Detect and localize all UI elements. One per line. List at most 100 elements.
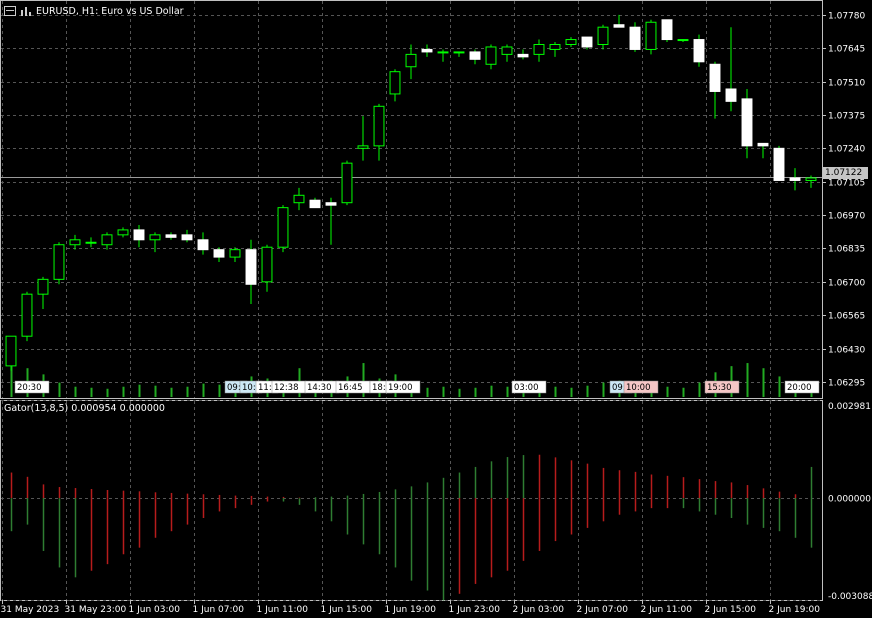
candle-body: [533, 43, 545, 55]
x-tick-label: 31 May 2023: [1, 605, 60, 615]
y-tick-label: 1.07240: [828, 145, 865, 155]
candle-body: [693, 39, 705, 63]
candle-body: [293, 194, 305, 204]
candle-body: [741, 98, 753, 147]
candle-body: [245, 249, 257, 285]
y-tick-label: 1.07105: [828, 179, 865, 189]
y-tick-label: 1.06700: [828, 279, 865, 289]
candle-body: [53, 244, 65, 280]
candle-body: [805, 177, 817, 181]
candle-body: [325, 202, 337, 206]
candle-body: [597, 26, 609, 45]
x-tick-label: 2 Jun 07:00: [577, 605, 629, 615]
current-price-tag: 1.07122: [823, 167, 868, 179]
event-label: 12:38: [274, 383, 299, 393]
candle-body: [261, 246, 273, 283]
event-label: 11:: [258, 383, 272, 393]
candle-body: [613, 24, 625, 28]
y-tick-label: -0.003088: [828, 592, 872, 602]
candle-body: [277, 207, 289, 248]
candle-body: [565, 39, 577, 45]
y-tick-label: 1.06430: [828, 346, 865, 356]
event-label: 20:30: [17, 383, 42, 393]
candle-body: [357, 145, 369, 149]
candle-body: [373, 105, 385, 147]
candle-body: [485, 46, 497, 65]
event-label: 16:45: [338, 383, 363, 393]
candle-body: [165, 234, 177, 238]
y-tick-label: 1.06565: [828, 312, 865, 322]
candle-body: [309, 199, 321, 209]
x-tick-label: 1 Jun 23:00: [449, 605, 501, 615]
window-icon[interactable]: [4, 6, 16, 16]
candle-body: [197, 239, 209, 251]
x-tick-label: 1 Jun 19:00: [385, 605, 437, 615]
event-label: 03:00: [514, 383, 539, 393]
x-tick-label: 2 Jun 11:00: [641, 605, 693, 615]
event-label: 18:: [372, 383, 386, 393]
chart-header: EURUSD, H1: Euro vs US Dollar: [4, 4, 184, 18]
indicator-label: Gator(13,8,5) 0.000954 0.000000: [4, 403, 165, 414]
candle-body: [757, 142, 769, 147]
candle-body: [5, 335, 17, 367]
x-tick-label: 1 Jun 07:00: [193, 605, 245, 615]
candle-body: [101, 234, 113, 246]
y-tick-label: 1.07645: [828, 45, 865, 55]
candle-body: [149, 234, 161, 241]
candle-body: [421, 48, 433, 53]
candle-body: [645, 21, 657, 50]
candle-body: [37, 278, 49, 295]
y-tick-label: 1.06970: [828, 212, 865, 222]
x-tick-label: 2 Jun 03:00: [513, 605, 565, 615]
candle-body: [501, 46, 513, 55]
candle-body: [581, 36, 593, 48]
y-tick-label: 1.07375: [828, 112, 865, 122]
y-tick-label: 0.002981: [828, 402, 871, 412]
candle-body: [789, 177, 801, 181]
event-label: 19:00: [388, 383, 413, 393]
candle-body: [517, 53, 529, 58]
x-tick-label: 2 Jun 19:00: [769, 605, 821, 615]
event-label: 09:: [612, 383, 626, 393]
candle-body: [661, 19, 673, 41]
event-label: 15:30: [707, 383, 732, 393]
candle-body: [453, 51, 465, 54]
x-tick-label: 1 Jun 11:00: [257, 605, 309, 615]
event-label: 10:: [242, 383, 256, 393]
event-label: 10:00: [626, 383, 651, 393]
candle-body: [213, 249, 225, 258]
x-tick-label: 1 Jun 03:00: [129, 605, 181, 615]
x-tick-label: 31 May 23:00: [65, 605, 127, 615]
event-label: 09:: [227, 383, 241, 393]
candle-body: [677, 39, 689, 42]
candle-body: [341, 162, 353, 204]
candle-body: [437, 51, 449, 54]
y-tick-label: 1.07780: [828, 12, 865, 22]
chart-type-icon[interactable]: [20, 6, 32, 16]
x-tick-label: 1 Jun 15:00: [321, 605, 373, 615]
candle-body: [725, 88, 737, 102]
event-label: 14:30: [307, 383, 332, 393]
y-tick-label: 1.07510: [828, 79, 865, 89]
candle-body: [549, 43, 561, 50]
candle-body: [709, 63, 721, 92]
candle-body: [229, 249, 241, 258]
chart-title: EURUSD, H1: Euro vs US Dollar: [36, 5, 184, 17]
candle-body: [629, 26, 641, 50]
candle-body: [389, 71, 401, 95]
candle-body: [69, 239, 81, 246]
y-tick-label: 1.06835: [828, 245, 865, 255]
candle-body: [85, 241, 97, 244]
event-label: 20:00: [787, 383, 812, 393]
candle-body: [469, 51, 481, 60]
candle-body: [133, 229, 145, 241]
candle-body: [21, 293, 33, 337]
candle-body: [405, 53, 417, 68]
candle-body: [117, 229, 129, 236]
x-tick-label: 2 Jun 15:00: [705, 605, 757, 615]
y-tick-label: 0.000000: [828, 495, 871, 505]
candle-body: [773, 147, 785, 181]
y-tick-label: 1.06295: [828, 379, 865, 389]
chart-canvas[interactable]: 1.07780 1.07645 1.07510 1.07375 1.07240 1.071…: [0, 0, 872, 618]
candle-body: [181, 234, 193, 241]
